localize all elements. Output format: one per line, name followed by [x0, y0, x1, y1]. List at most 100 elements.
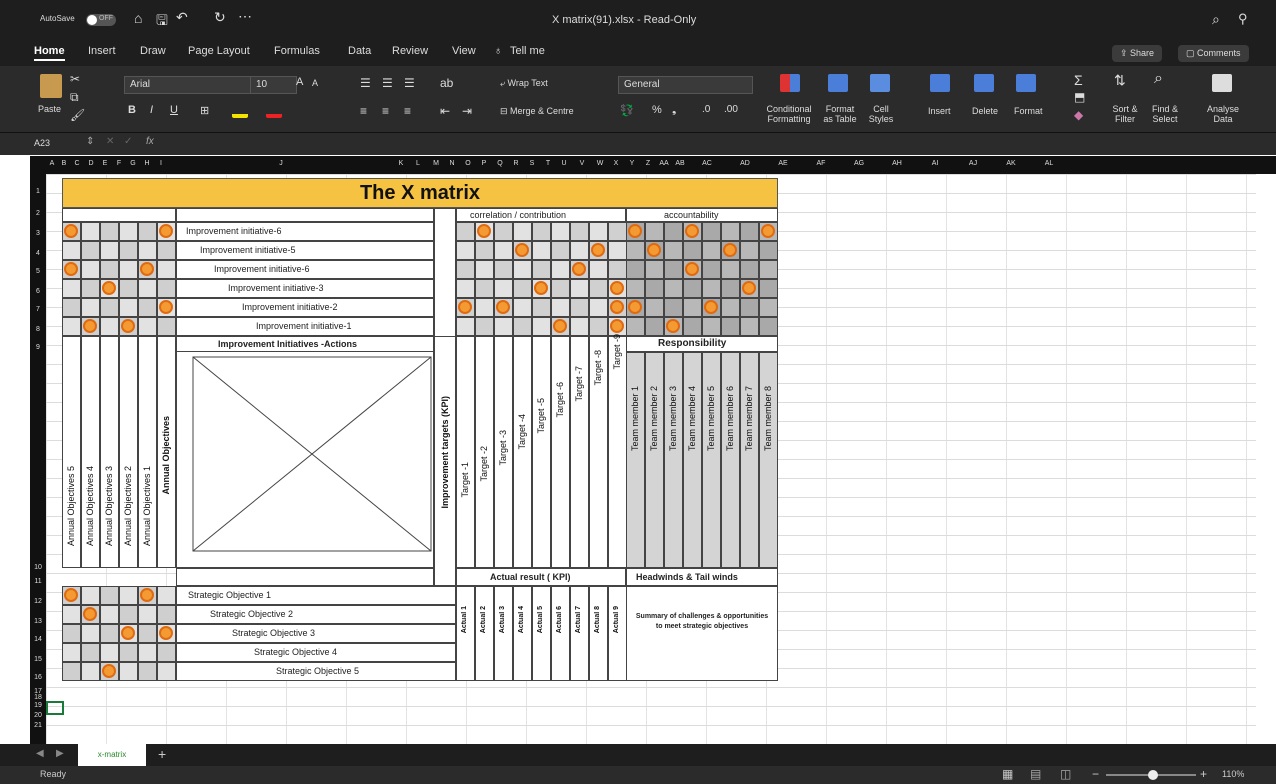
column-header[interactable]: Z [640, 160, 656, 167]
column-header[interactable]: I [154, 160, 168, 167]
fill-color-icon[interactable] [232, 104, 248, 118]
column-header[interactable]: B [58, 160, 70, 167]
row-header[interactable]: 2 [30, 210, 46, 217]
strategic-cell[interactable] [81, 662, 100, 681]
column-header[interactable]: W [592, 160, 608, 167]
number-format-select[interactable]: General [618, 76, 753, 94]
column-header[interactable]: AL [1030, 160, 1068, 167]
matrix-cell[interactable] [119, 279, 138, 298]
column-header[interactable]: Q [492, 160, 508, 167]
strategic-cell[interactable] [119, 586, 138, 605]
correlation-cell[interactable] [494, 241, 513, 260]
column-header[interactable]: C [70, 160, 84, 167]
correlation-cell[interactable] [494, 279, 513, 298]
matrix-cell[interactable] [100, 260, 119, 279]
accountability-cell[interactable] [759, 241, 778, 260]
matrix-cell[interactable] [81, 241, 100, 260]
column-header[interactable]: X [608, 160, 624, 167]
borders-icon[interactable]: ⊞ [200, 104, 209, 117]
underline-icon[interactable]: U [170, 104, 178, 116]
analyse-data-label[interactable]: Analyse Data [1206, 104, 1240, 124]
delete-label[interactable]: Delete [972, 106, 998, 116]
analyse-data-icon[interactable] [1212, 74, 1232, 92]
autosave-toggle[interactable]: OFF [86, 14, 116, 26]
accountability-cell[interactable] [721, 298, 740, 317]
column-header[interactable]: AA [656, 160, 672, 167]
format-table-icon[interactable] [828, 74, 848, 92]
more-icon[interactable]: ⋯ [238, 8, 252, 25]
column-header[interactable]: F [112, 160, 126, 167]
row-header[interactable]: 10 [30, 564, 46, 571]
sheet-tab-x-matrix[interactable]: x-matrix [78, 744, 146, 766]
matrix-cell[interactable] [62, 298, 81, 317]
conditional-formatting-label[interactable]: Conditional Formatting [766, 104, 812, 124]
accountability-cell[interactable] [702, 260, 721, 279]
search-icon[interactable]: ⌕ [1212, 11, 1220, 28]
accountability-cell[interactable] [683, 241, 702, 260]
column-header[interactable]: AK [992, 160, 1030, 167]
wrap-text-button[interactable]: ⤶ Wrap Text [500, 78, 548, 89]
row-header[interactable]: 11 [30, 578, 46, 585]
row-header[interactable]: 9 [30, 344, 46, 351]
accountability-cell[interactable] [759, 317, 778, 336]
correlation-cell[interactable] [589, 279, 608, 298]
column-header[interactable]: G [126, 160, 140, 167]
matrix-cell[interactable] [62, 279, 81, 298]
matrix-cell[interactable] [100, 317, 119, 336]
row-header[interactable]: 12 [30, 598, 46, 605]
accountability-cell[interactable] [683, 279, 702, 298]
row-header[interactable]: 14 [30, 636, 46, 643]
strategic-cell[interactable] [138, 605, 157, 624]
accountability-cell[interactable] [702, 241, 721, 260]
accountability-cell[interactable] [664, 241, 683, 260]
accountability-cell[interactable] [626, 241, 645, 260]
format-cells-icon[interactable] [1016, 74, 1036, 92]
share-button[interactable]: ⇪ Share [1112, 45, 1163, 62]
correlation-cell[interactable] [532, 298, 551, 317]
bold-icon[interactable]: B [128, 104, 136, 116]
strategic-cell[interactable] [62, 643, 81, 662]
fill-icon[interactable]: ⬒ [1074, 90, 1085, 104]
strategic-cell[interactable] [119, 662, 138, 681]
row-header[interactable]: 8 [30, 326, 46, 333]
correlation-cell[interactable] [589, 298, 608, 317]
copy-icon[interactable]: ⧉ [70, 90, 79, 105]
accountability-cell[interactable] [702, 279, 721, 298]
fx-icon[interactable]: fx [146, 136, 154, 147]
align-right-icon[interactable]: ≡ [404, 104, 411, 118]
strategic-cell[interactable] [62, 624, 81, 643]
accountability-cell[interactable] [721, 260, 740, 279]
correlation-cell[interactable] [513, 279, 532, 298]
correlation-cell[interactable] [532, 222, 551, 241]
row-header[interactable]: 21 [30, 722, 46, 729]
accountability-cell[interactable] [626, 260, 645, 279]
strategic-cell[interactable] [81, 586, 100, 605]
correlation-cell[interactable] [589, 260, 608, 279]
italic-icon[interactable]: I [150, 104, 153, 116]
comma-icon[interactable]: ❟ [672, 104, 676, 117]
strategic-cell[interactable] [119, 643, 138, 662]
tab-page-layout[interactable]: Page Layout [188, 45, 250, 57]
row-header[interactable]: 13 [30, 618, 46, 625]
strategic-cell[interactable] [62, 662, 81, 681]
accountability-cell[interactable] [664, 222, 683, 241]
column-header[interactable]: AH [878, 160, 916, 167]
align-middle-icon[interactable]: ☰ [382, 76, 393, 90]
strategic-cell[interactable] [81, 643, 100, 662]
correlation-cell[interactable] [456, 222, 475, 241]
accountability-cell[interactable] [645, 317, 664, 336]
orientation-icon[interactable]: ab [440, 76, 453, 90]
row-header[interactable]: 15 [30, 656, 46, 663]
correlation-cell[interactable] [570, 298, 589, 317]
accountability-cell[interactable] [759, 260, 778, 279]
matrix-cell[interactable] [119, 298, 138, 317]
row-header[interactable]: 16 [30, 674, 46, 681]
strategic-cell[interactable] [100, 605, 119, 624]
insert-cells-icon[interactable] [930, 74, 950, 92]
column-header[interactable]: J [168, 160, 394, 167]
column-header[interactable]: AJ [954, 160, 992, 167]
share-people-icon[interactable]: ⚲ [1238, 11, 1248, 27]
zoom-slider-handle[interactable] [1148, 770, 1158, 780]
column-header[interactable]: T [540, 160, 556, 167]
column-header[interactable]: AF [802, 160, 840, 167]
